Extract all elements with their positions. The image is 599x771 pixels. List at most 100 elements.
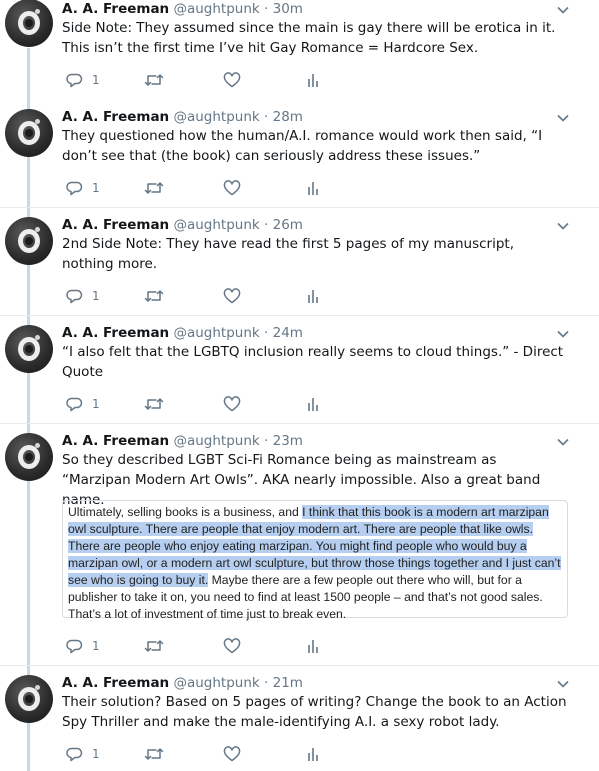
tweet-text: Their solution? Based on 5 pages of writ…: [62, 694, 567, 730]
tweet-text: 2nd Side Note: They have read the first …: [62, 236, 515, 272]
reply-icon: [66, 181, 83, 196]
reply-button[interactable]: 1: [66, 395, 100, 413]
display-name[interactable]: A. A. Freeman: [62, 675, 169, 691]
reply-button[interactable]: 1: [66, 745, 100, 763]
display-name[interactable]: A. A. Freeman: [62, 109, 169, 125]
analytics-icon: [308, 640, 318, 653]
timestamp[interactable]: 21m: [273, 675, 303, 691]
chevron-down-icon[interactable]: [556, 219, 570, 233]
analytics-button[interactable]: [307, 71, 319, 89]
retweet-button[interactable]: [144, 71, 164, 89]
reply-count: 1: [92, 747, 100, 761]
tweet[interactable]: A. A. Freeman @aughtpunk · 21m Their sol…: [0, 666, 599, 771]
tweet[interactable]: A. A. Freeman @aughtpunk · 28m They ques…: [0, 100, 599, 208]
user-handle[interactable]: @aughtpunk: [173, 217, 259, 233]
tweet[interactable]: A. A. Freeman @aughtpunk · 26m 2nd Side …: [0, 208, 599, 316]
tweet-actions: 1: [62, 71, 402, 91]
reply-icon: [66, 747, 83, 762]
timestamp[interactable]: 24m: [273, 325, 303, 341]
reply-icon: [66, 289, 83, 304]
reply-icon: [66, 397, 83, 412]
separator-dot: ·: [264, 217, 269, 233]
user-handle[interactable]: @aughtpunk: [173, 109, 259, 125]
quoted-text: Ultimately, selling books is a business,…: [68, 504, 566, 623]
user-handle[interactable]: @aughtpunk: [173, 1, 259, 17]
avatar[interactable]: [5, 675, 53, 723]
like-button[interactable]: [223, 287, 241, 305]
display-name[interactable]: A. A. Freeman: [62, 1, 169, 17]
retweet-icon: [144, 748, 164, 760]
heart-icon: [223, 288, 241, 304]
chevron-down-icon[interactable]: [556, 111, 570, 125]
tweet[interactable]: A. A. Freeman @aughtpunk · 23m So they d…: [0, 424, 599, 666]
heart-icon: [223, 638, 241, 654]
tweet-actions: 1: [62, 395, 402, 415]
separator-dot: ·: [264, 325, 269, 341]
analytics-icon: [308, 748, 318, 761]
tweet-header: A. A. Freeman @aughtpunk · 26m: [62, 216, 303, 234]
tweet-text: Side Note: They assumed since the main i…: [62, 20, 556, 56]
timestamp[interactable]: 30m: [273, 1, 303, 17]
avatar[interactable]: [5, 217, 53, 265]
display-name[interactable]: A. A. Freeman: [62, 325, 169, 341]
chevron-down-icon[interactable]: [556, 327, 570, 341]
analytics-icon: [308, 74, 318, 87]
user-handle[interactable]: @aughtpunk: [173, 675, 259, 691]
retweet-button[interactable]: [144, 637, 164, 655]
heart-icon: [223, 72, 241, 88]
tweet-header: A. A. Freeman @aughtpunk · 23m: [62, 432, 303, 450]
analytics-button[interactable]: [307, 179, 319, 197]
avatar[interactable]: [5, 325, 53, 373]
heart-icon: [223, 396, 241, 412]
reply-button[interactable]: 1: [66, 287, 100, 305]
chevron-down-icon[interactable]: [556, 3, 570, 17]
chevron-down-icon[interactable]: [556, 435, 570, 449]
like-button[interactable]: [223, 179, 241, 197]
like-button[interactable]: [223, 395, 241, 413]
tweet-header: A. A. Freeman @aughtpunk · 24m: [62, 324, 303, 342]
retweet-icon: [144, 290, 164, 302]
tweet-header: A. A. Freeman @aughtpunk · 30m: [62, 0, 303, 18]
reply-button[interactable]: 1: [66, 637, 100, 655]
retweet-icon: [144, 74, 164, 86]
like-button[interactable]: [223, 745, 241, 763]
user-handle[interactable]: @aughtpunk: [173, 433, 259, 449]
analytics-button[interactable]: [307, 637, 319, 655]
quoted-screenshot[interactable]: Ultimately, selling books is a business,…: [62, 500, 568, 621]
retweet-icon: [144, 640, 164, 652]
avatar[interactable]: [5, 433, 53, 481]
avatar[interactable]: [5, 109, 53, 157]
avatar[interactable]: [5, 0, 53, 47]
timestamp[interactable]: 23m: [273, 433, 303, 449]
chevron-down-icon[interactable]: [556, 677, 570, 691]
display-name[interactable]: A. A. Freeman: [62, 433, 169, 449]
quoted-text-plain: Ultimately, selling books is a business,…: [68, 505, 303, 519]
timestamp[interactable]: 26m: [273, 217, 303, 233]
reply-count: 1: [92, 639, 100, 653]
retweet-button[interactable]: [144, 287, 164, 305]
reply-button[interactable]: 1: [66, 179, 100, 197]
retweet-button[interactable]: [144, 395, 164, 413]
retweet-icon: [144, 398, 164, 410]
reply-button[interactable]: 1: [66, 71, 100, 89]
timestamp[interactable]: 28m: [273, 109, 303, 125]
separator-dot: ·: [264, 433, 269, 449]
analytics-icon: [308, 182, 318, 195]
retweet-button[interactable]: [144, 179, 164, 197]
retweet-button[interactable]: [144, 745, 164, 763]
reply-icon: [66, 639, 83, 654]
separator-dot: ·: [264, 109, 269, 125]
heart-icon: [223, 746, 241, 762]
tweet[interactable]: A. A. Freeman @aughtpunk · 24m “I also f…: [0, 316, 599, 424]
reply-count: 1: [92, 73, 100, 87]
analytics-button[interactable]: [307, 745, 319, 763]
like-button[interactable]: [223, 71, 241, 89]
like-button[interactable]: [223, 637, 241, 655]
analytics-button[interactable]: [307, 287, 319, 305]
display-name[interactable]: A. A. Freeman: [62, 217, 169, 233]
user-handle[interactable]: @aughtpunk: [173, 325, 259, 341]
reply-count: 1: [92, 181, 100, 195]
tweet-actions: 1: [62, 637, 402, 657]
analytics-button[interactable]: [307, 395, 319, 413]
tweet[interactable]: A. A. Freeman @aughtpunk · 30m Side Note…: [0, 0, 599, 100]
